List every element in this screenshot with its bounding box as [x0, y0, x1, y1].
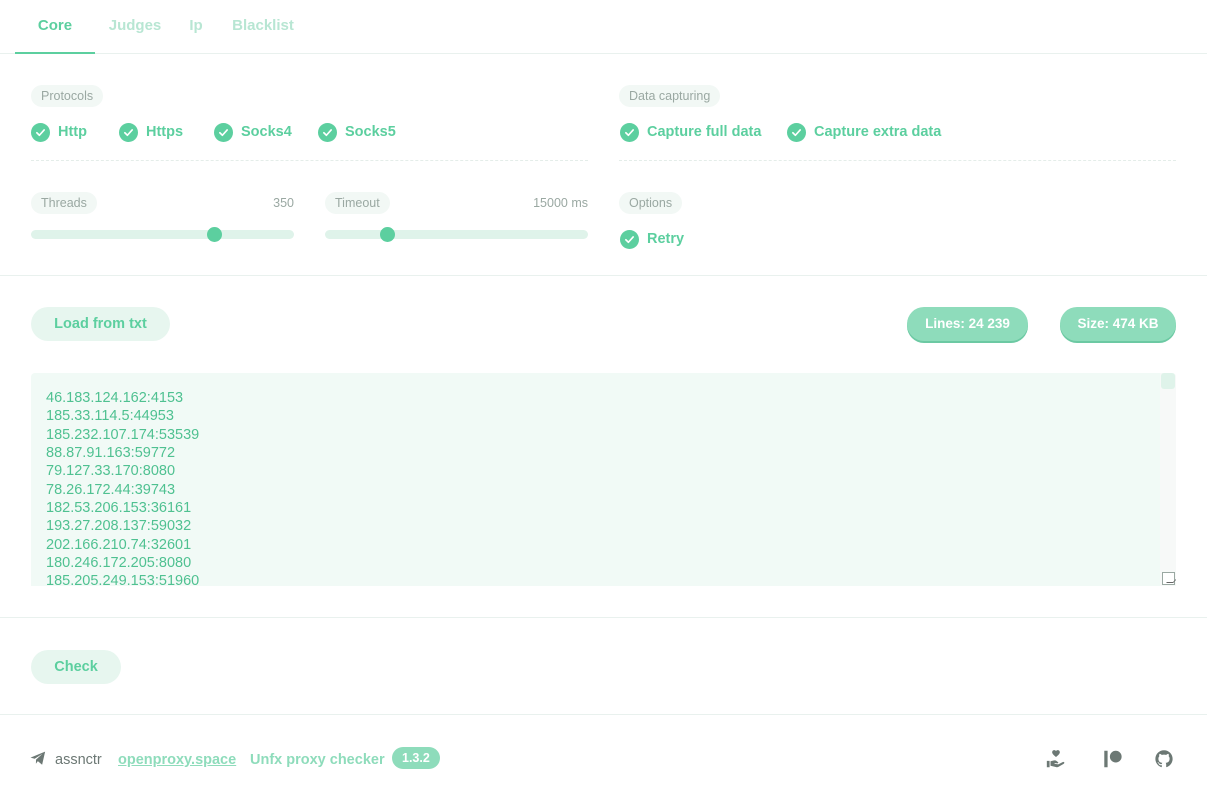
donate-icon[interactable]: [1045, 748, 1067, 770]
checkbox-label: Http: [58, 124, 87, 140]
proxy-line: 180.246.172.205:8080: [46, 555, 192, 572]
proxy-line: 182.53.206.153:36161: [46, 500, 192, 517]
tab-blacklist[interactable]: Blacklist: [226, 0, 300, 54]
checkbox-http[interactable]: Http: [31, 121, 87, 143]
divider: [619, 160, 1176, 161]
checkbox-socks5[interactable]: Socks5: [318, 121, 396, 143]
timeout-value: 15000 ms: [533, 196, 588, 210]
size-badge: Size: 474 KB: [1060, 307, 1176, 341]
lines-count-badge: Lines: 24 239: [907, 307, 1028, 341]
site-link[interactable]: openproxy.space: [118, 751, 236, 769]
checkbox-label: Https: [146, 124, 184, 140]
proxy-line: 193.27.208.137:59032: [46, 518, 192, 535]
checkbox-label: Socks4: [241, 124, 292, 140]
check-icon: [119, 122, 138, 142]
divider: [31, 160, 588, 161]
checkbox-retry[interactable]: Retry: [620, 228, 684, 250]
scrollbar-thumb[interactable]: [1161, 373, 1175, 389]
proxy-line: 46.183.124.162:4153: [46, 390, 184, 406]
data-capturing-label: Data capturing: [619, 85, 721, 107]
app-name: Unfx proxy checker: [250, 752, 385, 768]
author-name: assnctr: [55, 752, 102, 768]
checkbox-label: Capture full data: [647, 124, 762, 140]
proxy-line: 185.205.249.153:51960: [46, 573, 200, 586]
proxy-line: 79.127.33.170:8080: [46, 463, 176, 480]
proxy-line: 185.33.114.5:44953: [46, 408, 174, 425]
threads-value: 350: [273, 196, 294, 210]
check-icon: [31, 122, 50, 142]
timeout-label: Timeout: [325, 192, 390, 214]
proxy-line: 88.87.91.163:59772: [46, 445, 176, 462]
checkbox-capture-extra-data[interactable]: Capture extra data: [787, 121, 941, 143]
checkbox-label: Socks5: [345, 124, 396, 140]
checkbox-capture-full-data[interactable]: Capture full data: [620, 121, 761, 143]
check-icon: [620, 122, 639, 142]
check-button[interactable]: Check: [31, 650, 121, 684]
checkbox-label: Capture extra data: [814, 124, 942, 140]
check-icon: [214, 122, 233, 142]
proxy-line: 78.26.172.44:39743: [46, 481, 176, 498]
proxy-list-textarea[interactable]: 46.183.124.162:4153 185.33.114.5:44953 185…: [31, 373, 1176, 586]
checkbox-label: Retry: [647, 231, 685, 247]
load-from-txt-button[interactable]: Load from txt: [31, 307, 170, 341]
slider-thumb[interactable]: [207, 227, 223, 242]
timeout-slider[interactable]: [325, 227, 588, 242]
proxy-line: 185.232.107.174:53539: [46, 426, 200, 443]
section-divider: [0, 617, 1207, 618]
threads-slider[interactable]: [31, 227, 294, 242]
github-icon[interactable]: [1153, 748, 1175, 770]
tab-ip[interactable]: Ip: [183, 0, 209, 54]
protocols-label: Protocols: [31, 85, 104, 107]
footer: assnctr openproxy.space Unfx proxy check…: [0, 714, 1207, 800]
check-icon: [787, 122, 806, 142]
resize-grip-icon[interactable]: [1162, 572, 1175, 585]
telegram-icon: [29, 749, 47, 767]
textarea-scrollbar[interactable]: [1160, 373, 1176, 586]
options-label: Options: [619, 192, 683, 214]
tab-judges[interactable]: Judges: [103, 0, 167, 54]
checkbox-https[interactable]: Https: [119, 121, 183, 143]
tab-bar: Core Judges Ip Blacklist: [0, 0, 1207, 54]
slider-thumb[interactable]: [379, 227, 395, 242]
proxy-line: 202.166.210.74:32601: [46, 536, 192, 553]
section-divider: [0, 275, 1207, 276]
check-icon: [620, 229, 639, 249]
tab-core[interactable]: Core: [15, 0, 95, 54]
check-icon: [318, 122, 337, 142]
checkbox-socks4[interactable]: Socks4: [214, 121, 292, 143]
threads-label: Threads: [31, 192, 97, 214]
version-badge: 1.3.2: [392, 747, 440, 769]
patreon-icon[interactable]: [1102, 748, 1124, 770]
proxy-list-content: 46.183.124.162:4153 185.33.114.5:44953 185…: [46, 389, 199, 586]
